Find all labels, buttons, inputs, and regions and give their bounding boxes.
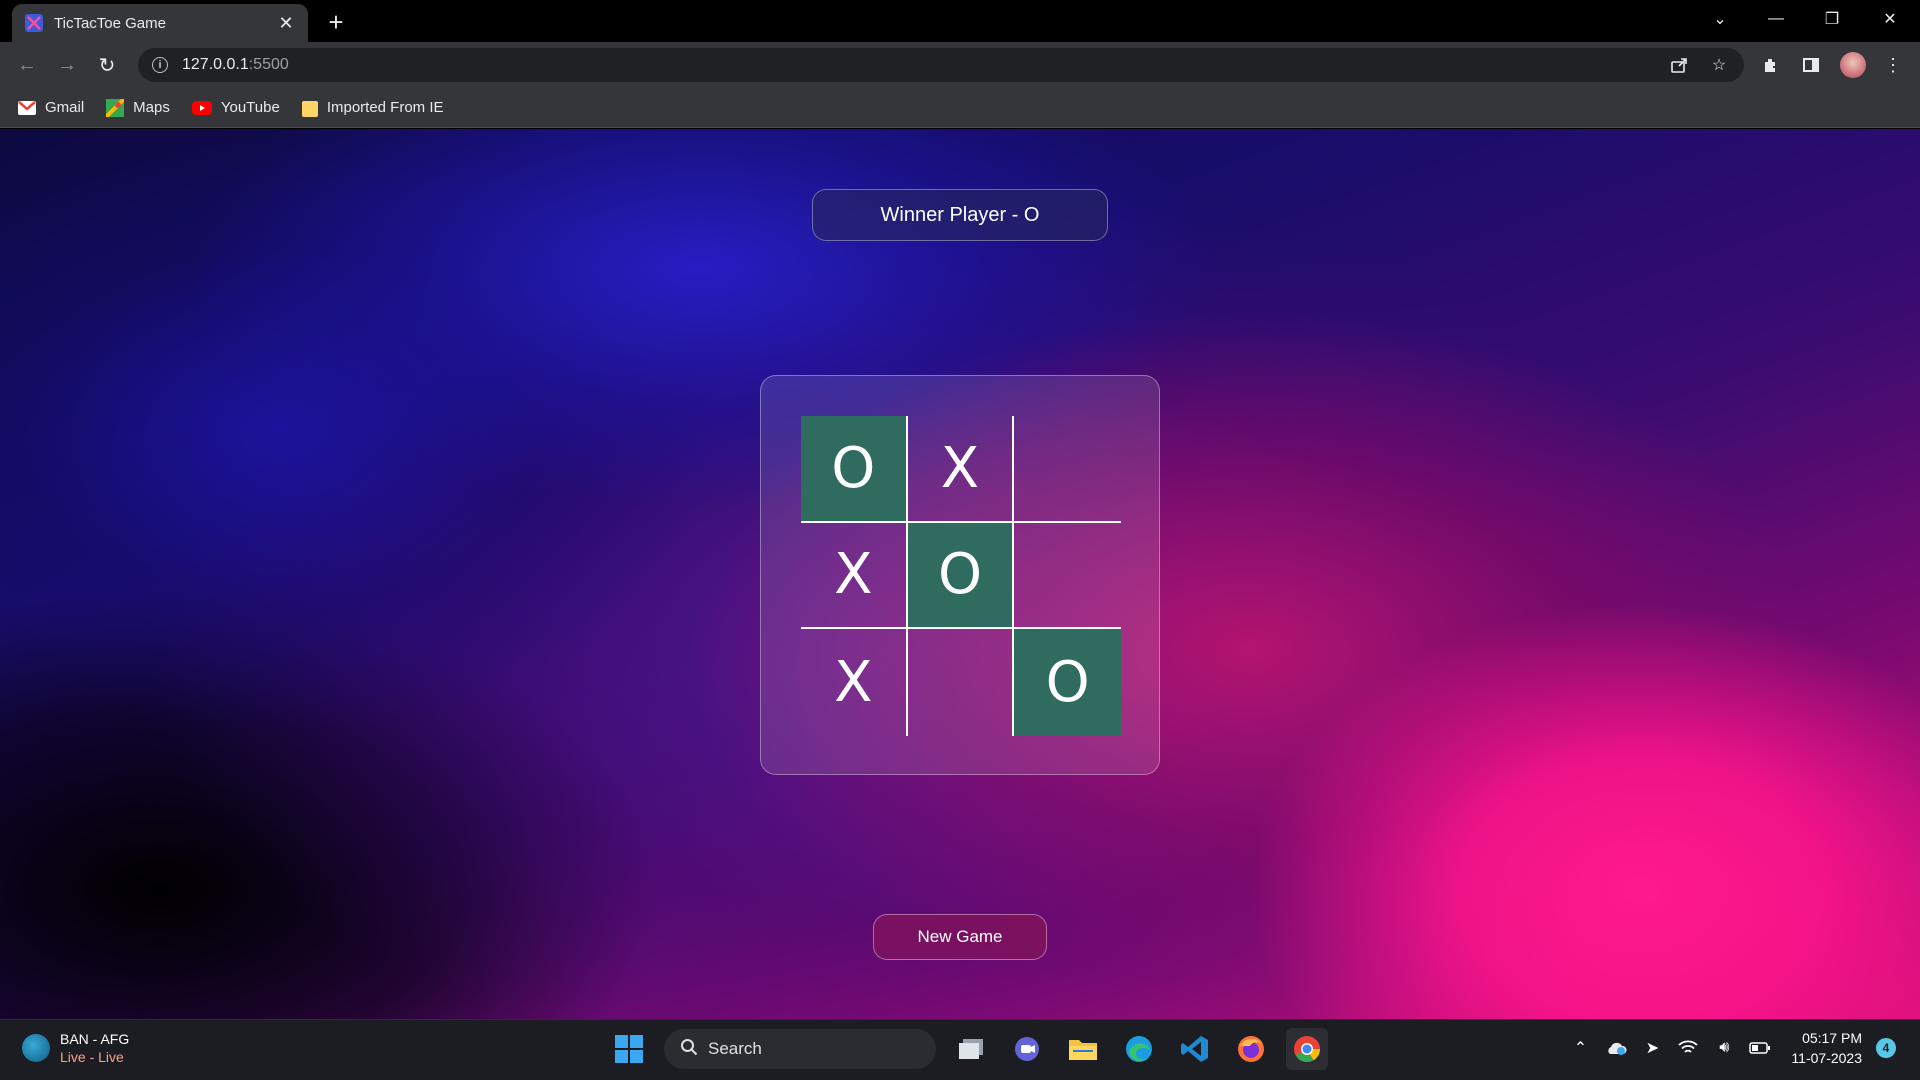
browser-toolbar: ← → ↻ i 127.0.0.1:5500 ☆ ⋮ [0,42,1920,88]
board-cell[interactable] [1014,416,1121,523]
bookmark-maps[interactable]: Maps [106,98,170,117]
maps-icon [106,98,125,117]
tab-close-icon[interactable]: ✕ [276,13,296,33]
tab-strip: TicTacToe Game ✕ + ⌄ — ❐ ✕ [0,0,1920,42]
cricket-icon [22,1034,50,1062]
minimize-button[interactable]: — [1748,0,1804,38]
teams-chat-icon[interactable] [1006,1028,1048,1070]
close-window-button[interactable]: ✕ [1862,0,1918,38]
new-tab-button[interactable]: + [322,7,350,37]
new-game-button[interactable]: New Game [873,914,1047,960]
back-button[interactable]: ← [12,50,42,80]
bookmark-label: Gmail [45,99,85,116]
firefox-icon[interactable] [1230,1028,1272,1070]
search-icon [680,1038,698,1061]
bookmark-label: YouTube [220,99,280,116]
bookmark-gmail[interactable]: Gmail [18,99,84,116]
volume-icon[interactable]: 🔊︎ [1713,1037,1735,1059]
bookmark-label: Maps [133,99,170,116]
edge-icon[interactable] [1118,1028,1160,1070]
bookmark-imported-from-ie[interactable]: Imported From IE [301,99,444,117]
clock-date: 11-07-2023 [1791,1050,1862,1066]
board-cell[interactable] [908,629,1015,736]
tab-favicon-icon [24,13,44,33]
chevron-up-icon[interactable]: ⌃ [1569,1037,1591,1059]
taskbar: BAN - AFG Live - Live Search ⌃ ➤ 🔊︎ 05:1… [0,1019,1920,1080]
board-cell[interactable]: O [1014,629,1121,736]
board-cell[interactable]: X [801,522,908,630]
board-cell[interactable]: O [801,416,908,523]
taskbar-search[interactable]: Search [664,1029,936,1069]
board-cell[interactable]: X [801,629,908,736]
winner-status: Winner Player - O [812,189,1108,241]
game-page: Winner Player - O O X X O X O New Game [0,129,1920,1019]
board-cell[interactable]: X [907,416,1015,523]
restore-button[interactable]: ❐ [1804,0,1860,38]
clock-time: 05:17 PM [1802,1030,1862,1046]
side-panel-icon[interactable] [1796,50,1826,80]
windows-icon [615,1035,643,1063]
widget-title: BAN - AFG [60,1031,130,1047]
battery-icon[interactable] [1749,1037,1771,1059]
youtube-icon [191,100,212,115]
bookmark-star-icon[interactable]: ☆ [1706,53,1732,77]
search-label: Search [708,1039,762,1058]
reload-button[interactable]: ↻ [92,50,122,80]
board-card: O X X O X O [760,375,1160,775]
file-explorer-icon[interactable] [1062,1028,1104,1070]
board-cell[interactable] [1014,523,1121,630]
tab-title: TicTacToe Game [54,14,166,32]
profile-avatar[interactable] [1838,50,1868,80]
share-icon[interactable] [1666,53,1692,77]
folder-icon [301,100,318,117]
onedrive-icon[interactable] [1605,1037,1627,1059]
widget-subtitle: Live - Live [60,1049,124,1065]
vscode-icon[interactable] [1174,1028,1216,1070]
taskbar-apps: Search [608,1028,1328,1070]
url-host: 127.0.0.1 [182,56,249,73]
notification-badge[interactable]: 4 [1876,1038,1896,1058]
start-button[interactable] [608,1028,650,1070]
wifi-icon[interactable] [1677,1037,1699,1059]
news-widget[interactable]: BAN - AFG Live - Live [22,1030,129,1066]
url-port: :5500 [248,56,289,73]
menu-icon[interactable]: ⋮ [1878,50,1908,80]
extensions-icon[interactable] [1756,50,1786,80]
address-bar[interactable]: i 127.0.0.1:5500 ☆ [138,48,1744,82]
game-board: O X X O X O [801,416,1121,736]
browser-tab[interactable]: TicTacToe Game ✕ [12,4,308,42]
tab-search-icon[interactable]: ⌄ [1692,0,1748,38]
board-cell[interactable]: O [907,522,1015,630]
system-tray: ⌃ ➤ 🔊︎ 05:17 PM 11-07-2023 4 [1569,1028,1896,1068]
task-view-icon[interactable] [950,1028,992,1070]
gmail-icon [18,100,36,115]
site-info-icon[interactable]: i [152,57,168,73]
bookmarks-bar: Gmail Maps YouTube Imported From IE [0,88,1920,128]
chrome-icon[interactable] [1286,1028,1328,1070]
bookmark-youtube[interactable]: YouTube [191,99,280,116]
clock[interactable]: 05:17 PM 11-07-2023 [1791,1028,1862,1068]
forward-button[interactable]: → [52,50,82,80]
location-icon[interactable]: ➤ [1641,1037,1663,1059]
bookmark-label: Imported From IE [326,99,444,116]
